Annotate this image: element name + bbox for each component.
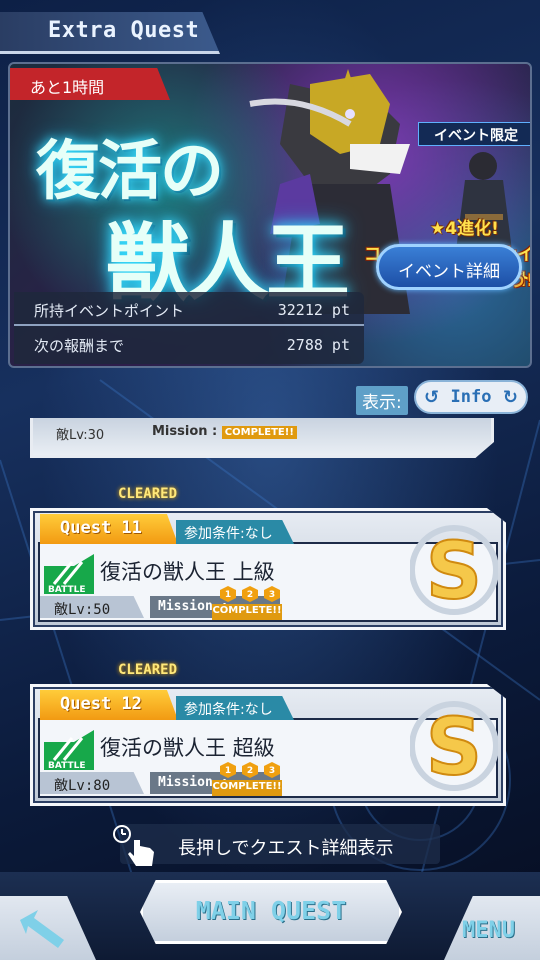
quest-name: 復活の獣人王 上級 [100, 560, 275, 584]
display-label: 表示: [356, 386, 408, 415]
participation-condition: 参加条件:なし [176, 520, 294, 544]
mission-medals: 1 2 3 [220, 762, 280, 778]
next-reward-label: 次の報酬まで [34, 336, 125, 355]
quest-card-12[interactable]: CLEARED Quest 12 参加条件:なし BATTLE 復活の獣人王 超… [30, 662, 506, 806]
event-limited-label: イベント限定 [418, 122, 530, 146]
quest-name: 復活の獣人王 超級 [100, 736, 275, 760]
quest-card-11[interactable]: CLEARED Quest 11 参加条件:なし BATTLE 復活の獣人王 上… [30, 486, 506, 630]
enemy-level: 敵Lv:50 [54, 602, 111, 618]
mission-medals: 1 2 3 [220, 586, 280, 602]
battle-label: BATTLE [48, 761, 86, 770]
page-title: Extra Quest [48, 18, 200, 43]
medal-1: 1 [225, 590, 231, 600]
complete-badge: COMPLETE!! [212, 604, 282, 620]
quest-number-tag: Quest 12 [40, 690, 178, 720]
toggle-label: Info [450, 387, 492, 407]
quest-number-tag: Quest 11 [40, 514, 178, 544]
medal-3: 3 [269, 590, 275, 600]
battle-icon: BATTLE [44, 730, 94, 770]
partial-complete-badge: COMPLETE!! [221, 426, 297, 439]
event-banner[interactable]: あと1時間 復活の 獣人王 イベント限定 ★4進化! コートオブミッドナイト を… [8, 62, 532, 368]
next-reward-value: 2788 pt [286, 336, 350, 354]
owned-points-value: 32212 pt [277, 301, 350, 319]
owned-points-row: 所持イベントポイント 32212 pt [14, 296, 364, 326]
battle-label: BATTLE [48, 585, 86, 594]
cleared-label: CLEARED [118, 662, 178, 678]
time-remaining-badge: あと1時間 [10, 68, 170, 100]
owned-points-label: 所持イベントポイント [34, 301, 185, 320]
complete-badge: COMPLETE!! [212, 780, 282, 796]
medal-3: 3 [269, 766, 275, 776]
toggle-left-arrow-icon: ↺ [424, 386, 440, 408]
rank-s-badge: S [410, 701, 498, 794]
cleared-label: CLEARED [118, 486, 178, 502]
medal-1: 1 [225, 766, 231, 776]
medal-2: 2 [247, 590, 253, 600]
main-quest-label: MAIN QUEST [195, 896, 347, 925]
rank-s-badge: S [410, 525, 498, 618]
hint-text: 長押しでクエスト詳細表示 [178, 838, 394, 859]
rank-letter: S [426, 527, 482, 617]
evolve-label: ★4進化! [430, 219, 499, 239]
rank-letter: S [426, 703, 482, 793]
medal-2: 2 [247, 766, 253, 776]
info-toggle-button[interactable]: ↺ Info ↻ [414, 380, 528, 414]
points-panel: 所持イベントポイント 32212 pt 次の報酬まで 2788 pt [14, 292, 364, 364]
back-arrow-icon [20, 910, 64, 948]
partial-mission: Mission : COMPLETE!! [152, 424, 297, 439]
long-press-hand-icon [113, 825, 154, 866]
partial-level: 敵Lv:30 [56, 428, 105, 443]
menu-label: MENU [462, 918, 515, 943]
event-detail-button[interactable]: イベント詳細 [376, 244, 522, 290]
toggle-right-arrow-icon: ↻ [502, 386, 518, 408]
participation-condition: 参加条件:なし [176, 696, 294, 720]
enemy-level: 敵Lv:80 [54, 778, 111, 794]
next-reward-row: 次の報酬まで 2788 pt [14, 330, 364, 360]
battle-icon: BATTLE [44, 554, 94, 594]
